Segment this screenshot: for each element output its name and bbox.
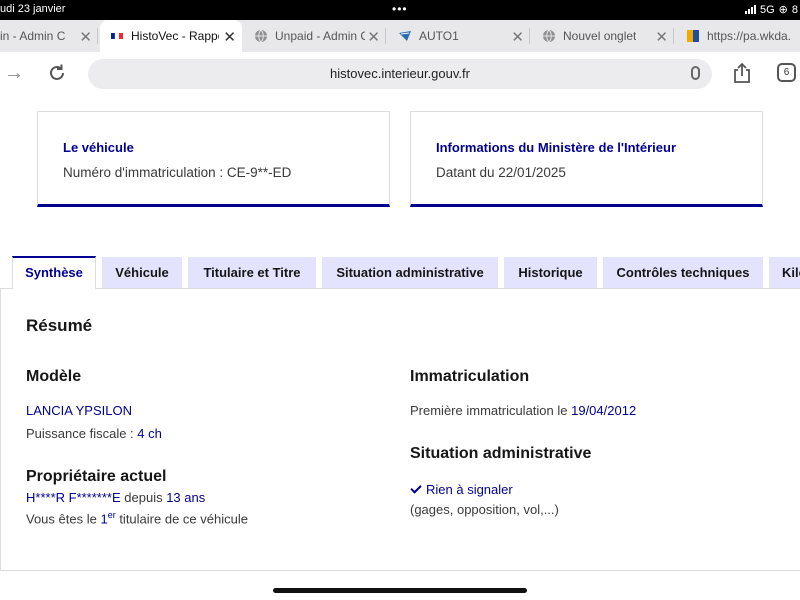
close-tab-icon[interactable]: ✕ [655,28,668,46]
ministry-card-title: Informations du Ministère de l'Intérieur [436,140,677,155]
browser-tab-title: Unpaid - Admin C [275,29,365,43]
status-bar: udi 23 janvier ••• 5G ⊕ 8 [0,0,800,20]
status-indicators: 5G ⊕ 8 [744,3,798,16]
tab-controles-techniques[interactable]: Contrôles techniques [603,257,763,288]
browser-tab[interactable]: https://pa.wkda. [676,20,800,52]
browser-tab-title: AUTO1 [419,29,459,43]
focus-icon: ⊕ [778,4,788,16]
vehicle-card: Le véhicule Numéro d'immatriculation : C… [37,111,390,207]
admin-status: Rien à signaler [410,482,513,497]
multitask-dots-icon[interactable]: ••• [392,2,408,16]
browser-tab-title: https://pa.wkda. [707,29,792,43]
url-field[interactable]: histovec.interieur.gouv.fr [88,59,712,89]
tab-synthese[interactable]: Synthèse [12,256,96,289]
french-flag-icon [110,29,124,43]
browser-tab-title: in - Admin C [0,29,66,43]
microphone-icon[interactable] [691,66,700,80]
owner-name: H****R F*******E [26,490,121,505]
browser-tab-title: HistoVec - Rappo [131,29,219,43]
summary-title: Résumé [26,316,93,335]
site-favicon-icon [686,29,700,43]
browser-tab-active[interactable]: HistoVec - Rappo ✕ [100,20,242,52]
vehicle-card-title: Le véhicule [63,140,134,155]
model-heading: Modèle [26,368,82,385]
globe-icon [542,29,556,43]
tab-count-button[interactable]: 6 [777,63,796,82]
tab-titulaire-titre[interactable]: Titulaire et Titre [188,257,316,288]
close-tab-icon[interactable]: ✕ [367,28,380,46]
reload-icon[interactable] [46,62,68,90]
tab-vehicule[interactable]: Véhicule [102,257,182,288]
tab-historique[interactable]: Historique [504,257,597,288]
signal-icon [744,5,756,14]
browser-tab-strip: in - Admin C ✕ HistoVec - Rappo ✕ Unpaid… [0,20,800,52]
owner-duration: 13 ans [166,490,206,505]
status-date: udi 23 janvier [0,3,66,15]
address-bar-row: → histovec.interieur.gouv.fr [0,52,800,96]
url-text: histovec.interieur.gouv.fr [330,66,470,81]
ministry-card: Informations du Ministère de l'Intérieur… [410,111,763,207]
share-icon[interactable] [732,62,752,84]
model-name: LANCIA YPSILON [26,403,132,418]
close-tab-icon[interactable]: ✕ [79,28,92,46]
network-label: 5G [759,3,775,16]
close-tab-icon[interactable]: ✕ [223,28,236,46]
admin-status-heading: Situation administrative [410,445,592,462]
auto1-logo-icon [398,29,412,43]
fiscal-power-value: 4 ch [137,426,162,441]
admin-status-details: (gages, opposition, vol,...) [410,502,559,517]
registration-heading: Immatriculation [410,368,530,385]
browser-tab[interactable]: AUTO1 ✕ [388,20,530,52]
globe-icon [254,29,268,43]
owner-heading: Propriétaire actuel [26,468,167,485]
battery-level: 8 [791,3,798,16]
fiscal-power: Puissance fiscale : 4 ch [26,426,162,441]
report-tabs: Synthèse Véhicule Titulaire et Titre Sit… [0,256,800,289]
browser-tab[interactable]: Nouvel onglet ✕ [532,20,674,52]
forward-arrow-icon[interactable]: → [4,62,24,85]
tab-situation-administrative[interactable]: Situation administrative [322,257,498,288]
browser-tab-title: Nouvel onglet [563,29,637,43]
registration-number: Numéro d'immatriculation : CE-9**-ED [63,165,292,180]
tab-kilometrage[interactable]: Kilo [769,257,800,288]
first-registration-date: 19/04/2012 [571,403,637,418]
owner-rank: Vous êtes le 1er titulaire de ce véhicul… [26,510,248,527]
browser-tab[interactable]: in - Admin C ✕ [0,20,98,52]
browser-tab[interactable]: Unpaid - Admin C ✕ [244,20,386,52]
checkmark-icon [410,482,422,494]
owner-line: H****R F*******E depuis 13 ans [26,490,206,505]
report-date: Datant du 22/01/2025 [436,165,566,180]
close-tab-icon[interactable]: ✕ [511,28,524,46]
admin-status-text: Rien à signaler [426,482,513,497]
first-registration: Première immatriculation le 19/04/2012 [410,403,637,418]
home-indicator[interactable] [273,588,527,593]
